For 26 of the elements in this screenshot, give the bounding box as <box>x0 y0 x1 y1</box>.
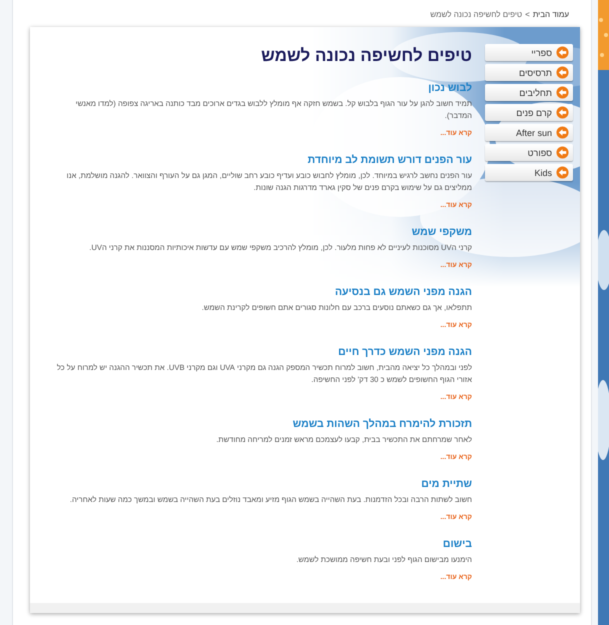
arrow-left-icon <box>556 126 569 139</box>
arrow-left-icon <box>556 166 569 179</box>
arrow-left-icon <box>556 146 569 159</box>
article-title[interactable]: עור הפנים דורש תשומת לב מיוחדת <box>47 153 472 167</box>
article-title[interactable]: לבוש נכון <box>47 81 472 95</box>
arrow-left-icon <box>556 66 569 79</box>
category-button[interactable]: ספריי <box>485 44 573 61</box>
arrow-left-icon <box>556 86 569 99</box>
breadcrumb-current: טיפים לחשיפה נכונה לשמש <box>430 10 522 21</box>
category-button[interactable]: קרם פנים <box>485 104 573 121</box>
article-title[interactable]: הגנה מפני השמש כדרך חיים <box>47 345 472 359</box>
category-button[interactable]: ספורט <box>485 144 573 161</box>
breadcrumb-link[interactable]: עמוד הבית <box>532 10 569 27</box>
category-button[interactable]: After sun <box>485 124 573 141</box>
category-button[interactable]: Kids <box>485 164 573 181</box>
article-title[interactable]: הגנה מפני השמש גם בנסיעה <box>47 285 472 299</box>
page-title: טיפים לחשיפה נכונה לשמש <box>260 45 472 67</box>
article-title[interactable]: משקפי שמש <box>47 225 472 239</box>
article-title[interactable]: תזכורת להימרח במהלך השהות בשמש <box>47 417 472 431</box>
category-button[interactable]: תרסיסים <box>485 64 573 81</box>
article-title[interactable]: בישום <box>47 537 472 551</box>
breadcrumb-separator: > <box>525 10 530 21</box>
category-button[interactable]: תחליבים <box>485 84 573 101</box>
arrow-left-icon <box>556 106 569 119</box>
article-title[interactable]: שתיית מים <box>47 477 472 491</box>
arrow-left-icon <box>556 46 569 59</box>
